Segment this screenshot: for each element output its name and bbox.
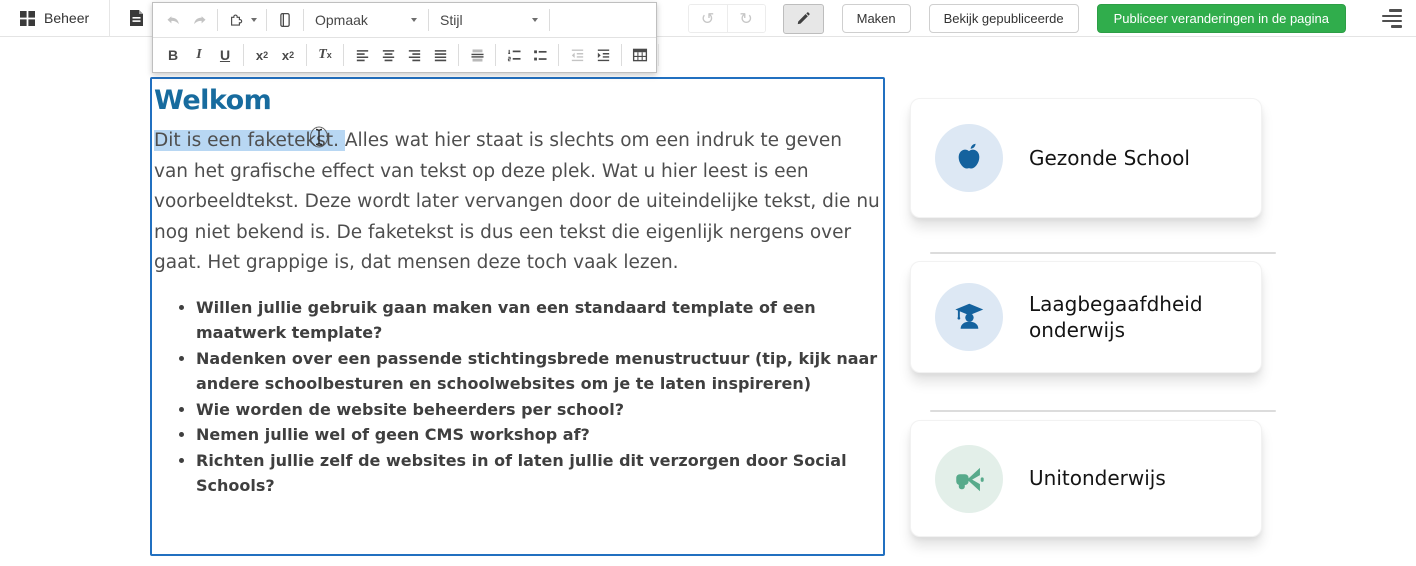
nav-beheer-label: Beheer xyxy=(44,10,90,26)
outdent-button[interactable] xyxy=(564,42,590,68)
puzzle-icon xyxy=(231,13,243,26)
align-center-icon xyxy=(382,49,394,61)
list-item: Nemen jullie wel of geen CMS workshop af… xyxy=(196,422,881,448)
align-center-button[interactable] xyxy=(375,42,401,68)
redo-arrow-icon xyxy=(193,15,206,24)
align-right-icon xyxy=(408,49,420,61)
underline-button[interactable]: U xyxy=(212,42,238,68)
bullet-list-button[interactable] xyxy=(527,42,553,68)
format-dropdown[interactable]: Opmaak xyxy=(309,7,423,33)
numbered-list-button[interactable] xyxy=(501,42,527,68)
edit-mode-button[interactable] xyxy=(782,3,824,34)
style-dropdown[interactable]: Stijl xyxy=(434,7,544,33)
intro-paragraph: Dit is een faketekst. Alles wat hier sta… xyxy=(154,126,881,279)
card-unitonderwijs[interactable]: Unitonderwijs xyxy=(910,420,1262,537)
redo-icon: ↻ xyxy=(739,8,753,28)
topbar-actions: ↺ ↻ Maken Bekijk gepubliceerde Publiceer… xyxy=(687,0,1416,37)
plugins-caret-icon xyxy=(251,18,257,22)
card-label: Unitonderwijs xyxy=(1029,466,1166,491)
toolbar-row-2: B I U x2 x2 Tx xyxy=(153,37,659,72)
format-caret-icon xyxy=(411,18,417,22)
align-left-icon xyxy=(356,49,368,61)
list-item: Wie worden de website beheerders per sch… xyxy=(196,397,881,423)
card-laagbegaafdheid-onderwijs[interactable]: Laagbegaafdheid onderwijs xyxy=(910,261,1262,373)
content-editor[interactable]: Welkom Dit is een faketekst. Alles wat h… xyxy=(150,77,885,556)
apple-icon xyxy=(958,143,980,169)
plugins-button[interactable] xyxy=(223,7,261,33)
table-button[interactable] xyxy=(627,42,653,68)
templates-icon xyxy=(280,12,290,28)
card-label: Laagbegaafdheid onderwijs xyxy=(1029,291,1203,342)
list-item: Nadenken over een passende stichtingsbre… xyxy=(196,346,881,397)
horizontal-rule-icon xyxy=(470,48,484,62)
list-item: Willen jullie gebruik gaan maken van een… xyxy=(196,295,881,346)
style-caret-icon xyxy=(532,18,538,22)
card-label: Gezonde School xyxy=(1029,145,1190,170)
align-left-button[interactable] xyxy=(349,42,375,68)
bekijk-gepubliceerde-button[interactable]: Bekijk gepubliceerde xyxy=(928,4,1079,33)
page-title: Welkom xyxy=(154,85,272,116)
card-gezonde-school[interactable]: Gezonde School xyxy=(910,98,1262,218)
undo-icon: ↺ xyxy=(700,8,715,28)
numbered-list-icon xyxy=(507,49,521,61)
paragraph-text: Alles wat hier staat is slechts om een i… xyxy=(154,130,880,273)
undo-arrow-icon xyxy=(166,15,179,24)
undo-button[interactable]: ↺ xyxy=(688,5,727,32)
indent-icon xyxy=(597,48,609,61)
publish-button[interactable]: Publiceer veranderingen in de pagina xyxy=(1096,4,1346,33)
selected-text: Dit is een faketekst. xyxy=(154,130,345,151)
align-right-button[interactable] xyxy=(401,42,427,68)
nav-beheer[interactable]: Beheer xyxy=(0,0,109,36)
remove-format-button[interactable]: Tx xyxy=(312,42,338,68)
bold-button[interactable]: B xyxy=(160,42,186,68)
outdent-icon xyxy=(571,48,583,61)
card-separator xyxy=(930,252,1276,254)
table-icon xyxy=(632,48,648,62)
card-icon-circle xyxy=(935,283,1003,351)
subscript-button[interactable]: x2 xyxy=(249,42,275,68)
bullet-list-icon xyxy=(533,49,547,60)
megaphone-icon xyxy=(956,467,984,491)
horizontal-rule-button[interactable] xyxy=(464,42,490,68)
redo-button[interactable]: ↻ xyxy=(726,5,765,32)
justify-icon xyxy=(434,49,446,61)
superscript-button[interactable]: x2 xyxy=(275,42,301,68)
toolbar-row-1: Opmaak Stijl xyxy=(153,3,656,37)
indent-button[interactable] xyxy=(590,42,616,68)
style-dropdown-label: Stijl xyxy=(440,12,463,28)
maken-button[interactable]: Maken xyxy=(841,4,911,33)
history-button-group: ↺ ↻ xyxy=(687,4,766,33)
format-dropdown-label: Opmaak xyxy=(315,12,368,28)
list-item: Richten jullie zelf de websites in of la… xyxy=(196,448,881,499)
editor-toolbar: Opmaak Stijl B I U x2 x2 Tx xyxy=(152,2,659,73)
page-outline-menu-icon[interactable] xyxy=(1382,9,1402,28)
italic-button[interactable]: I xyxy=(186,42,212,68)
page-icon xyxy=(130,10,144,26)
templates-button[interactable] xyxy=(272,7,298,33)
question-list: Willen jullie gebruik gaan maken van een… xyxy=(154,295,881,499)
grid-icon xyxy=(20,10,35,26)
redo-button-toolbar[interactable] xyxy=(186,7,212,33)
graduate-icon xyxy=(955,303,984,329)
pencil-icon xyxy=(797,12,810,25)
justify-button[interactable] xyxy=(427,42,453,68)
card-separator xyxy=(930,410,1276,412)
card-icon-circle xyxy=(935,124,1003,192)
card-icon-circle xyxy=(935,444,1003,513)
undo-button-toolbar[interactable] xyxy=(160,7,186,33)
